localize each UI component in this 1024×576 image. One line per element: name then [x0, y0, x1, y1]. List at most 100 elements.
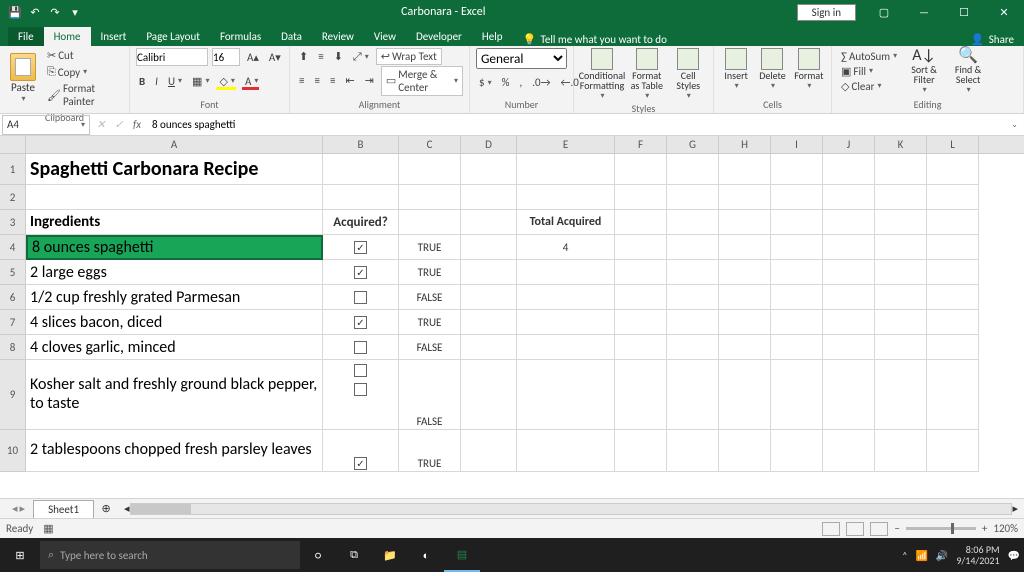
col-header-b[interactable]: B: [323, 136, 399, 153]
col-header-e[interactable]: E: [517, 136, 615, 153]
col-header-k[interactable]: K: [875, 136, 927, 153]
checkbox-b9a[interactable]: [354, 364, 367, 377]
cell-e4[interactable]: 4: [517, 235, 615, 260]
taskbar-search[interactable]: ⌕ Type here to search: [40, 541, 300, 569]
cell-k1[interactable]: [875, 154, 927, 185]
cell-l2[interactable]: [927, 185, 979, 210]
cell-c5[interactable]: TRUE: [399, 260, 461, 285]
tab-formulas[interactable]: Formulas: [210, 27, 271, 46]
zoom-out-button[interactable]: −: [894, 522, 899, 535]
cell-c3[interactable]: [399, 210, 461, 235]
minimize-button[interactable]: —: [904, 0, 944, 24]
tab-view[interactable]: View: [364, 27, 406, 46]
col-header-g[interactable]: G: [667, 136, 719, 153]
row-header-3[interactable]: 3: [0, 210, 26, 235]
merge-center-button[interactable]: ▭ Merge & Center ▾: [381, 66, 463, 96]
cell-e1[interactable]: [517, 154, 615, 185]
cell-l4[interactable]: [927, 235, 979, 260]
format-as-table-button[interactable]: Format as Table▾: [628, 48, 666, 100]
cell-l10[interactable]: [927, 430, 979, 472]
qat-dropdown-icon[interactable]: ▾: [68, 5, 82, 19]
cell-d10[interactable]: [461, 430, 517, 472]
cell-d3[interactable]: [461, 210, 517, 235]
cell-e8[interactable]: [517, 335, 615, 360]
hscroll-right-icon[interactable]: ▸: [1012, 502, 1018, 515]
cell-l6[interactable]: [927, 285, 979, 310]
cell-c7[interactable]: TRUE: [399, 310, 461, 335]
sheet-nav-prev-icon[interactable]: ◂: [12, 502, 18, 515]
cell-j4[interactable]: [823, 235, 875, 260]
cell-k9[interactable]: [875, 360, 927, 430]
view-page-break-button[interactable]: [870, 522, 888, 536]
copy-button[interactable]: ⎘ Copy ▾: [44, 64, 123, 80]
hscroll-thumb[interactable]: [131, 504, 191, 514]
row-header-8[interactable]: 8: [0, 335, 26, 360]
cell-h5[interactable]: [719, 260, 771, 285]
cell-h6[interactable]: [719, 285, 771, 310]
cell-b3[interactable]: Acquired?: [323, 210, 399, 235]
cell-i8[interactable]: [771, 335, 823, 360]
cell-c8[interactable]: FALSE: [399, 335, 461, 360]
format-cells-button[interactable]: Format▾: [793, 48, 825, 90]
cell-k8[interactable]: [875, 335, 927, 360]
col-header-d[interactable]: D: [461, 136, 517, 153]
tab-help[interactable]: Help: [472, 27, 513, 46]
cell-a8[interactable]: 4 cloves garlic, minced: [26, 335, 323, 360]
cell-b9[interactable]: [323, 360, 399, 430]
select-all-corner[interactable]: [0, 136, 26, 153]
cell-b7[interactable]: ✓: [323, 310, 399, 335]
zoom-level[interactable]: 120%: [993, 522, 1018, 535]
cell-h2[interactable]: [719, 185, 771, 210]
cell-styles-button[interactable]: Cell Styles▾: [670, 48, 708, 100]
indent-left-button[interactable]: ⇤: [342, 73, 357, 88]
cell-b10[interactable]: ✓: [323, 430, 399, 472]
cell-a9[interactable]: Kosher salt and freshly ground black pep…: [26, 360, 323, 430]
cell-h7[interactable]: [719, 310, 771, 335]
sheet-nav-next-icon[interactable]: ▸: [20, 502, 26, 515]
tab-developer[interactable]: Developer: [406, 27, 472, 46]
cell-j9[interactable]: [823, 360, 875, 430]
row-header-10[interactable]: 10: [0, 430, 26, 472]
checkbox-b7[interactable]: ✓: [354, 316, 367, 329]
chrome-icon[interactable]: ◐: [408, 538, 444, 572]
cell-e6[interactable]: [517, 285, 615, 310]
checkbox-b4[interactable]: ✓: [354, 241, 367, 254]
border-button[interactable]: ▦▾: [189, 74, 212, 89]
excel-taskbar-icon[interactable]: ▤: [444, 538, 480, 572]
name-box[interactable]: A4▾: [2, 115, 90, 135]
cell-d8[interactable]: [461, 335, 517, 360]
format-painter-button[interactable]: 🖌 Format Painter: [44, 81, 123, 109]
cell-e7[interactable]: [517, 310, 615, 335]
cell-g4[interactable]: [667, 235, 719, 260]
checkbox-b5[interactable]: ✓: [354, 266, 367, 279]
tab-insert[interactable]: Insert: [91, 27, 137, 46]
cell-h1[interactable]: [719, 154, 771, 185]
col-header-f[interactable]: F: [615, 136, 667, 153]
row-header-4[interactable]: 4: [0, 235, 26, 260]
cell-l5[interactable]: [927, 260, 979, 285]
cell-h4[interactable]: [719, 235, 771, 260]
currency-button[interactable]: $ ▾: [476, 75, 495, 90]
col-header-l[interactable]: L: [927, 136, 979, 153]
cell-g7[interactable]: [667, 310, 719, 335]
cell-b8[interactable]: [323, 335, 399, 360]
view-page-layout-button[interactable]: [846, 522, 864, 536]
cell-d7[interactable]: [461, 310, 517, 335]
cell-d6[interactable]: [461, 285, 517, 310]
cell-f2[interactable]: [615, 185, 667, 210]
cell-f7[interactable]: [615, 310, 667, 335]
start-button[interactable]: ⊞: [0, 549, 40, 562]
indent-right-button[interactable]: ⇥: [362, 73, 377, 88]
cell-f1[interactable]: [615, 154, 667, 185]
wrap-text-button[interactable]: ↩ Wrap Text: [376, 48, 442, 65]
checkbox-b10[interactable]: ✓: [354, 457, 367, 470]
redo-icon[interactable]: ↷: [48, 5, 62, 19]
insert-cells-button[interactable]: Insert▾: [720, 48, 752, 90]
cell-g5[interactable]: [667, 260, 719, 285]
align-top-button[interactable]: ⬆: [296, 49, 311, 64]
cell-j8[interactable]: [823, 335, 875, 360]
number-format-select[interactable]: General: [476, 48, 567, 69]
cell-f6[interactable]: [615, 285, 667, 310]
cell-f3[interactable]: [615, 210, 667, 235]
notifications-icon[interactable]: 💬: [1008, 549, 1020, 562]
